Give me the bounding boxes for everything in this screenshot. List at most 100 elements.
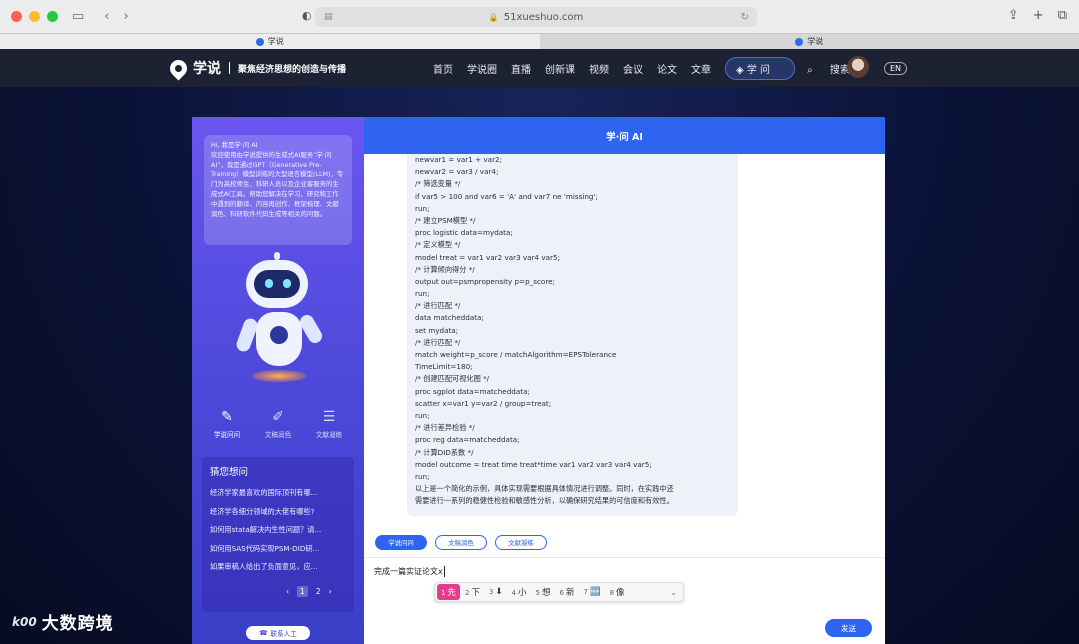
site-header: 学说 聚焦经济思想的创造与传播 首页 学说圈 直播 创新课 视频 会议 论文 文… xyxy=(0,49,1079,87)
site-slogan: 聚焦经济思想的创造与传播 xyxy=(238,64,347,75)
tab-label: 文献凝练 xyxy=(315,431,343,439)
ime-candidate-text: 想 xyxy=(542,588,551,598)
input-divider xyxy=(364,557,885,558)
privacy-shield-icon[interactable]: ◐ xyxy=(302,9,312,22)
chevron-down-icon[interactable]: ⌄ xyxy=(670,588,677,597)
nav-video[interactable]: 视频 xyxy=(589,61,609,76)
page-1[interactable]: 1 xyxy=(297,586,308,597)
tab-overview-icon[interactable]: ⧉ xyxy=(1058,8,1067,23)
address-bar[interactable]: ▤ 🔒 51xueshuo.com ↻ xyxy=(315,7,757,27)
close-window-button[interactable] xyxy=(11,11,22,22)
response-line: scatter x=var1 y=var2 / group=treat; xyxy=(415,398,552,408)
response-line: /* 创建匹配可视化图 */ xyxy=(415,374,490,384)
send-button[interactable]: 发送 xyxy=(825,619,872,637)
suggested-item[interactable]: 如果审稿人给出了负面意见，应... xyxy=(210,558,346,577)
tab-xueshuo-wenwen[interactable]: ✎ 学说问问 xyxy=(202,409,252,439)
ime-candidate[interactable]: 6新 xyxy=(556,584,579,600)
ime-candidate[interactable]: 7 🆕 xyxy=(580,585,605,599)
browser-tab-1[interactable]: 学说 xyxy=(0,34,540,49)
response-line: match weight=p_score / matchAlgorithm=EP… xyxy=(415,350,617,359)
response-line: /* 进行匹配 */ xyxy=(415,301,461,311)
ime-candidate-text: 像 xyxy=(616,588,625,598)
headset-icon: ☎ xyxy=(259,629,268,637)
minimize-window-button[interactable] xyxy=(29,11,40,22)
browser-tab-label: 学说 xyxy=(267,37,284,46)
share-icon[interactable]: ⇪ xyxy=(1008,8,1019,23)
sidebar-icon[interactable]: ▭ xyxy=(72,9,84,24)
pagination: ‹ 1 2 › xyxy=(286,586,332,597)
ime-candidate[interactable]: 8像 xyxy=(606,584,629,600)
suggested-item[interactable]: 如何用stata解决内生性问题？请... xyxy=(210,521,346,540)
doc-edit-icon: ✎ xyxy=(221,409,233,425)
response-line: newvar1 = var1 + var2; xyxy=(415,155,503,164)
xuewen-label: 学 问 xyxy=(746,64,771,76)
prev-page-icon[interactable]: ‹ xyxy=(286,587,289,596)
back-icon[interactable]: ‹ xyxy=(104,9,109,24)
ime-candidate-text: 先 xyxy=(447,588,456,598)
nav-xuewen-button[interactable]: ◈ 学 问 xyxy=(725,56,796,80)
suggested-item[interactable]: 经济学各细分领域的大佬有哪些? xyxy=(210,503,346,522)
contact-human-button[interactable]: ☎ 联系人工 xyxy=(246,626,310,640)
response-line: /* 进行匹配 */ xyxy=(415,337,461,347)
browser-toolbar: ▭ ‹ › ◐ ▤ 🔒 51xueshuo.com ↻ ⇪ + ⧉ xyxy=(0,0,1079,33)
response-line: run; xyxy=(415,203,430,213)
ime-candidate-number: 7 xyxy=(583,588,588,596)
nav-paper[interactable]: 论文 xyxy=(657,61,677,76)
nav-meeting[interactable]: 会议 xyxy=(623,61,643,76)
browser-tab-2[interactable]: 学说 xyxy=(540,34,1079,49)
ime-candidate[interactable]: 3 ⬇ xyxy=(485,585,507,599)
next-page-icon[interactable]: › xyxy=(329,587,332,596)
suggested-title: 猜您想问 xyxy=(210,467,249,478)
suggested-questions: 猜您想问 经济学家最喜欢的国际顶刊有哪... 经济学各细分领域的大佬有哪些? 如… xyxy=(202,457,354,612)
ai-response-bubble: newvar1 = var1 + var2; newvar2 = var3 / v… xyxy=(407,154,738,516)
window-controls xyxy=(11,11,58,22)
ime-candidate[interactable]: 4小 xyxy=(508,584,531,600)
lock-icon: 🔒 xyxy=(488,12,499,22)
nav-live[interactable]: 直播 xyxy=(511,61,531,76)
mode-polish-button[interactable]: 文稿润色 xyxy=(435,535,487,550)
avatar[interactable] xyxy=(847,56,869,78)
new-tab-icon[interactable]: + xyxy=(1033,8,1044,23)
zoom-window-button[interactable] xyxy=(47,11,58,22)
response-line: proc sgplot data=matcheddata; xyxy=(415,386,530,396)
ime-candidate-text: 下 xyxy=(471,588,480,598)
ime-candidate-number: 6 xyxy=(559,589,564,597)
watermark-text: 大数跨境 xyxy=(41,614,114,634)
reload-icon[interactable]: ↻ xyxy=(741,12,749,23)
response-line: /* 计算DID系数 */ xyxy=(415,447,474,457)
tab-label: 学说问问 xyxy=(213,431,241,439)
mode-condense-button[interactable]: 文献凝练 xyxy=(495,535,547,550)
nav-home[interactable]: 首页 xyxy=(433,61,453,76)
ime-candidate[interactable]: 5想 xyxy=(532,584,555,600)
logo-pin-icon xyxy=(166,55,191,81)
chat-input[interactable]: 完成一篇实证论文x xyxy=(374,566,445,577)
suggested-item[interactable]: 经济学家最喜欢的国际顶刊有哪... xyxy=(210,484,346,503)
chat-title: 学·问 AI xyxy=(364,117,885,154)
doc-pen-icon: ✐ xyxy=(272,409,284,425)
language-toggle[interactable]: EN xyxy=(884,62,908,75)
nav-article[interactable]: 文章 xyxy=(691,61,711,76)
favicon-icon xyxy=(255,37,264,46)
site-logo[interactable]: 学说 聚焦经济思想的创造与传播 xyxy=(166,55,347,81)
response-line: 以上是一个简化的示例，具体实现需要根据具体情况进行调整。同时，在实践中还 xyxy=(415,484,674,494)
suggested-item[interactable]: 如何用SAS代码实现PSM-DID研... xyxy=(210,540,346,559)
response-line: model treat = var1 var2 var3 var4 var5; xyxy=(415,252,561,262)
ime-candidate[interactable]: 1先 xyxy=(437,584,460,600)
assistant-sidebar: Hi, 我是学·问 AI 欢迎使用由学说提供的生成式AI服务“学·问 AI”，我… xyxy=(192,117,364,644)
tab-condense[interactable]: ☰ 文献凝练 xyxy=(304,409,354,439)
forward-icon[interactable]: › xyxy=(124,9,129,24)
response-line: if var5 > 100 and var6 = 'A' and var7 ne… xyxy=(415,191,598,201)
ime-candidate-bar: 1 先 2 下 3 ⬇ 4 小 5 想 6 新 7 🆕 8 像 ⌄ xyxy=(434,582,684,602)
page-2[interactable]: 2 xyxy=(316,587,321,596)
response-line: run; xyxy=(415,410,430,420)
logo-divider xyxy=(229,62,230,74)
nav-circle[interactable]: 学说圈 xyxy=(467,61,497,76)
ime-candidate[interactable]: 2下 xyxy=(461,584,484,600)
tab-polish[interactable]: ✐ 文稿润色 xyxy=(253,409,303,439)
ime-candidate-number: 2 xyxy=(464,589,470,597)
mode-wenwen-button[interactable]: 学说问问 xyxy=(375,535,427,550)
response-line: /* 筛选变量 */ xyxy=(415,179,461,189)
response-line: newvar2 = var3 / var4; xyxy=(415,167,499,177)
nav-course[interactable]: 创新课 xyxy=(545,61,575,76)
watermark-logo: k00 xyxy=(12,614,37,629)
